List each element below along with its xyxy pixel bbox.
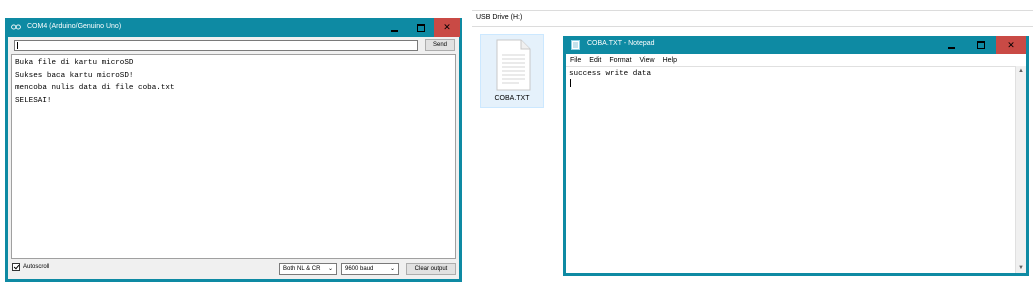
menu-help[interactable]: Help — [659, 57, 681, 64]
minimize-icon — [947, 47, 955, 49]
notepad-text-area[interactable]: success write data — [566, 66, 1015, 273]
maximize-button[interactable] — [966, 36, 996, 54]
serial-monitor-title: COM4 (Arduino/Genuino Uno) — [27, 23, 122, 30]
close-icon: ✕ — [443, 22, 451, 32]
notepad-title: COBA.TXT - Notepad — [587, 40, 655, 47]
notepad-client: File Edit Format View Help success write… — [566, 54, 1026, 273]
autoscroll-checkbox[interactable] — [12, 263, 20, 271]
line-ending-select[interactable]: Both NL & CR ⌄ — [279, 263, 337, 275]
maximize-icon — [416, 23, 425, 32]
text-document-icon — [496, 39, 531, 91]
serial-output-line: mencoba nulis data di file coba.txt — [15, 84, 175, 93]
serial-monitor-client: Send Buka file di kartu microSD Sukses b… — [8, 37, 459, 279]
clear-output-button[interactable]: Clear output — [406, 263, 456, 275]
serial-bottom-bar: Autoscroll Both NL & CR ⌄ 9600 baud ⌄ Cl… — [8, 261, 459, 277]
close-icon: ✕ — [1007, 39, 1015, 50]
serial-output-line: SELESAI! — [15, 97, 52, 106]
autoscroll-toggle[interactable]: Autoscroll — [12, 263, 49, 271]
explorer-divider — [472, 26, 1033, 27]
send-button[interactable]: Send — [425, 39, 455, 51]
menu-view[interactable]: View — [636, 57, 659, 64]
notepad-titlebar[interactable]: COBA.TXT - Notepad ✕ — [563, 36, 1029, 54]
serial-output[interactable]: Buka file di kartu microSD Sukses baca k… — [11, 54, 456, 259]
maximize-icon — [977, 41, 985, 49]
autoscroll-label: Autoscroll — [23, 264, 50, 270]
arduino-icon — [11, 24, 21, 30]
text-caret — [17, 42, 18, 49]
notepad-icon — [571, 40, 580, 50]
notepad-vertical-scrollbar[interactable]: ▲ ▼ — [1015, 66, 1026, 273]
baud-rate-value: 9600 baud — [345, 266, 374, 272]
serial-monitor-titlebar[interactable]: COM4 (Arduino/Genuino Uno) ✕ — [5, 18, 462, 37]
notepad-menubar: File Edit Format View Help — [566, 54, 1026, 66]
close-button[interactable]: ✕ — [434, 18, 460, 37]
serial-output-line: Buka file di kartu microSD — [15, 59, 134, 67]
file-item-coba-txt[interactable]: COBA.TXT — [480, 34, 544, 108]
baud-rate-select[interactable]: 9600 baud ⌄ — [341, 263, 399, 275]
notepad-window: COBA.TXT - Notepad ✕ File Edit Format Vi… — [563, 36, 1029, 276]
chevron-down-icon: ⌄ — [327, 266, 333, 272]
scroll-down-icon[interactable]: ▼ — [1018, 265, 1024, 271]
menu-file[interactable]: File — [566, 57, 585, 64]
close-button[interactable]: ✕ — [996, 36, 1026, 54]
file-name-label: COBA.TXT — [494, 95, 530, 102]
maximize-button[interactable] — [408, 18, 433, 37]
minimize-button[interactable] — [936, 36, 966, 54]
scroll-up-icon[interactable]: ▲ — [1018, 68, 1024, 74]
minimize-button[interactable] — [382, 18, 407, 37]
menu-edit[interactable]: Edit — [585, 57, 605, 64]
serial-output-line: Sukses baca kartu microSD! — [15, 71, 134, 80]
serial-send-input[interactable] — [14, 40, 418, 51]
explorer-divider — [472, 10, 1033, 11]
minimize-icon — [391, 29, 398, 32]
notepad-text-line: success write data — [569, 70, 652, 78]
line-ending-value: Both NL & CR — [283, 266, 321, 272]
chevron-down-icon: ⌄ — [389, 266, 395, 272]
menu-format[interactable]: Format — [605, 57, 635, 64]
drive-location: USB Drive (H:) — [476, 14, 523, 21]
text-caret — [570, 79, 571, 87]
serial-monitor-window: COM4 (Arduino/Genuino Uno) ✕ Send Buka f… — [5, 18, 462, 282]
